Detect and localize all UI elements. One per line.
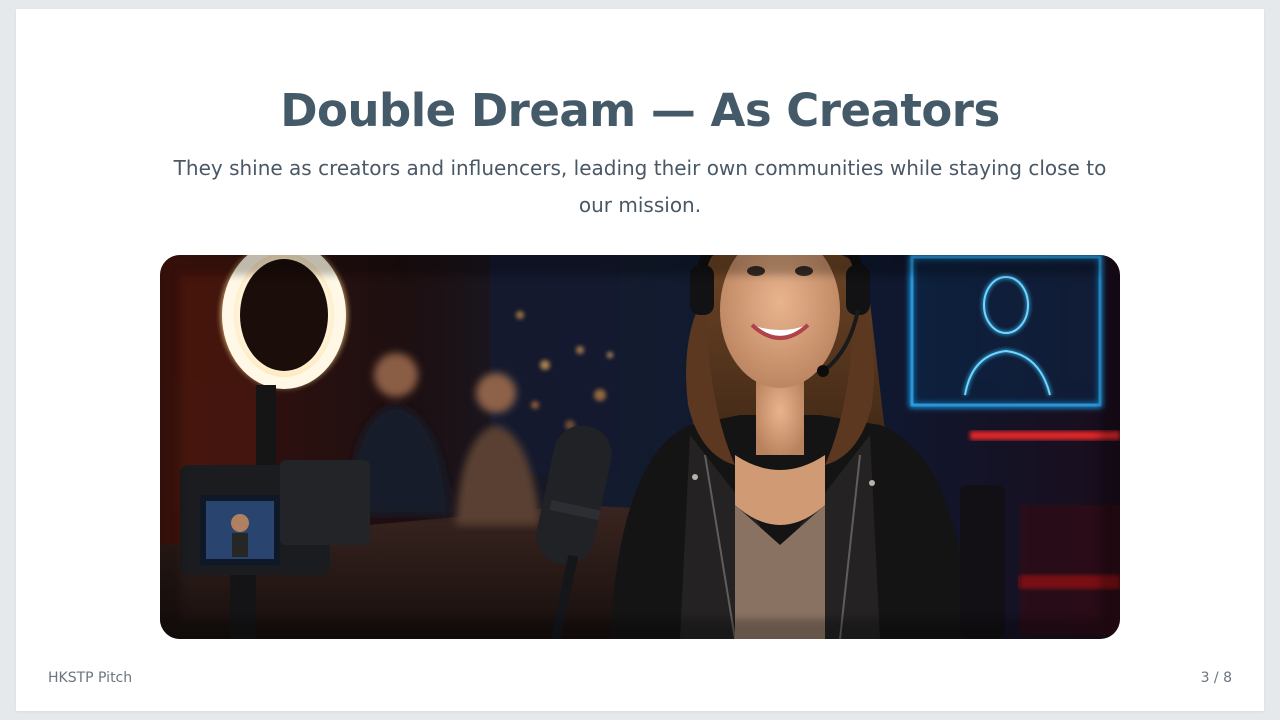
slide-title: Double Dream — As Creators — [280, 84, 1000, 137]
page-indicator: 3 / 8 — [1200, 670, 1232, 686]
slide: Double Dream — As Creators They shine as… — [16, 9, 1264, 711]
slide-subtitle: They shine as creators and influencers, … — [173, 156, 1107, 217]
deck-name: HKSTP Pitch — [48, 670, 133, 686]
creator-studio-photo — [160, 255, 1120, 639]
